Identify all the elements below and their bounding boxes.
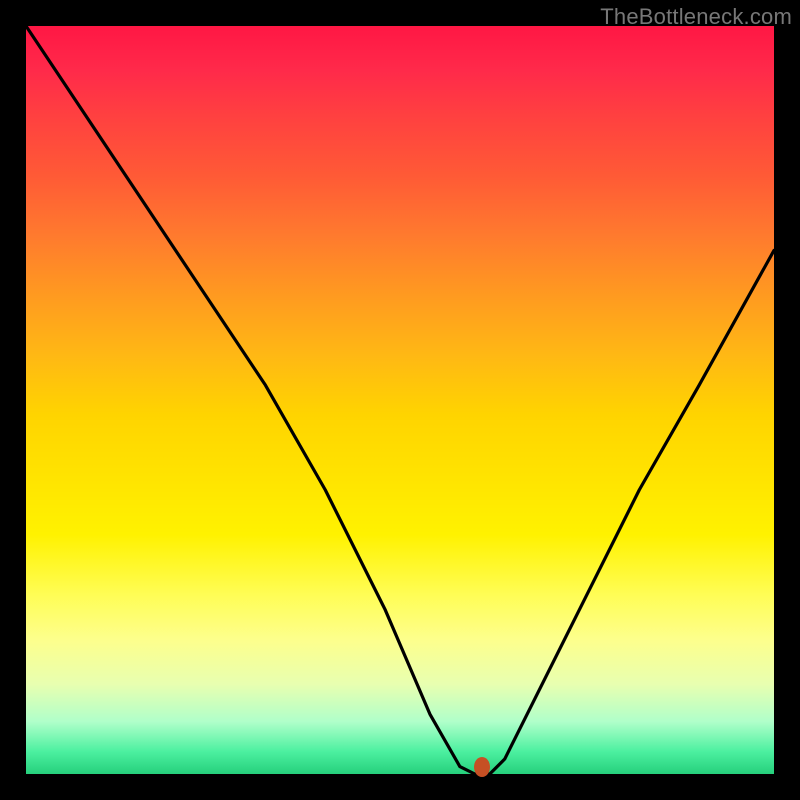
minimum-marker bbox=[474, 757, 490, 777]
bottleneck-curve bbox=[26, 26, 774, 774]
plot-area bbox=[26, 26, 774, 774]
chart-frame: TheBottleneck.com bbox=[0, 0, 800, 800]
watermark-text: TheBottleneck.com bbox=[600, 4, 792, 30]
